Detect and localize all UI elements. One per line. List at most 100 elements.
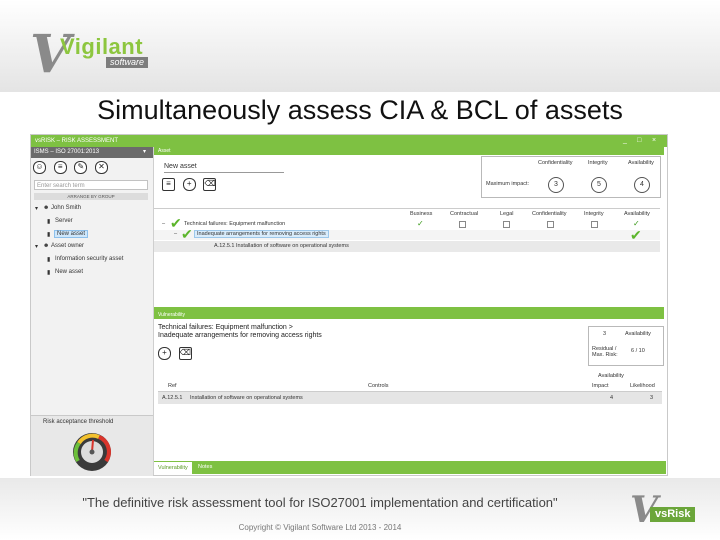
vulnerability-row[interactable]: – ✔ Inadequate arrangements for removing… [154,226,660,242]
tree-item-asset[interactable]: Server [55,218,73,224]
asset-icon: ▮ [47,232,51,238]
col-legal: Legal [500,211,514,217]
col-ref: Ref [168,383,177,389]
standard-label: ISMS – ISO 27001:2013 [34,149,100,155]
residual-risk-label: Residual / Max. Risk: [592,346,618,358]
vsrisk-badge: vsRisk [650,507,696,522]
vulnerability-panel: Vulnerability Technical failures: Equipm… [154,307,664,462]
control-impact[interactable]: 4 [610,395,613,401]
control-likelihood[interactable]: 3 [650,395,653,401]
bottom-tab-bar: Vulnerability Notes [154,461,666,475]
header-band: V Vigilant software [0,0,720,92]
cia-header-availability: Availability [628,160,654,166]
asset-toolbar: ≡ + ⌫ [162,178,222,191]
window-title: vsRISK – RISK ASSESSMENT [35,138,119,144]
add-owner-icon[interactable]: ☺ [33,161,46,174]
risk-threshold-label: Risk acceptance threshold [43,419,114,425]
business-check-icon[interactable]: ✓ [417,220,424,228]
left-toolbar: ☺ ≡ ✎ ✕ [33,161,114,174]
asset-name-field[interactable]: New asset [164,163,284,173]
tab-notes[interactable]: Notes [194,461,216,474]
arrange-by-group-header[interactable]: ARRANGE BY GROUP [34,193,148,200]
col-contractual: Contractual [450,211,479,217]
col-controls: Controls [368,383,389,389]
check-icon: ✔ [181,226,193,242]
threat-label: Technical failures: Equipment malfunctio… [184,221,286,227]
risk-summary-box: 3 Availability Residual / Max. Risk: 6 /… [588,326,664,366]
asset-panel-title: Asset [154,147,664,155]
availability-check-icon[interactable]: ✔ [630,228,642,242]
asset-icon: ▮ [47,257,51,263]
availability-value[interactable]: 4 [634,177,650,193]
threat-row[interactable]: – ✔ Technical failures: Equipment malfun… [154,215,660,231]
cia-header-confidentiality: Confidentiality [538,160,573,166]
cia-impact-box: Confidentiality Integrity Availability M… [481,156,661,198]
tree-collapse-icon[interactable]: ▾ [35,243,38,250]
minimize-button[interactable]: _ [623,135,627,147]
add-icon[interactable]: + [158,347,171,360]
risk-availability-label: Availability [625,331,651,337]
delete-icon[interactable]: ✕ [95,161,109,174]
edit-asset-icon[interactable]: ✎ [74,161,88,174]
maximize-button[interactable]: □ [637,135,641,147]
owner-icon: ☻ [43,205,50,211]
search-input[interactable]: Enter search term [34,180,148,190]
risk-gauge-icon[interactable] [69,428,115,474]
tree-item-asset[interactable]: New asset [55,269,83,275]
availability-group-label: Availability [598,373,624,379]
list-icon[interactable]: ≡ [162,178,175,191]
slide-title: Simultaneously assess CIA & BCL of asset… [97,95,623,125]
owner-icon: ☻ [43,243,50,249]
control-ref: A.12.5.1 [162,395,183,401]
asset-icon: ▮ [47,219,51,225]
footer-quote: "The definitive risk assessment tool for… [82,495,558,510]
vulnerability-panel-title: Vulnerability [154,312,664,319]
tree-collapse-icon[interactable]: ▾ [35,205,38,212]
tree-item-asset-selected[interactable]: New asset [54,230,89,238]
vulnerability-heading-line2: Inadequate arrangements for removing acc… [158,332,322,339]
tree-item-owner[interactable]: Asset owner [51,243,84,249]
controls-table-header: Ref Controls Impact Likelihood [158,381,662,392]
col-likelihood: Likelihood [630,383,655,389]
standard-selector[interactable]: ISMS – ISO 27001:2013 ▾ [31,147,153,158]
tab-vulnerability[interactable]: Vulnerability [154,461,192,475]
left-panel: ISMS – ISO 27001:2013 ▾ ☺ ≡ ✎ ✕ Enter se… [31,147,154,476]
residual-risk-value: 6 / 10 [631,348,645,354]
close-button[interactable]: × [652,135,656,147]
contractual-checkbox[interactable] [459,221,466,228]
add-icon[interactable]: + [182,178,196,191]
collapse-icon[interactable]: – [162,221,165,227]
risk-value-top: 3 [603,331,607,337]
vulnerability-heading: Technical failures: Equipment malfunctio… [158,324,322,340]
delete-icon[interactable]: ⌫ [203,178,217,191]
integrity-value[interactable]: 5 [591,177,607,193]
control-row[interactable]: A.12.5.1 Installation of software on ope… [154,241,660,252]
integrity-checkbox[interactable] [591,221,598,228]
control-name: Installation of software on operational … [190,395,303,401]
add-asset-icon[interactable]: ≡ [53,161,67,174]
asset-panel: Asset New asset ≡ + ⌫ Confidentiality In… [154,147,664,309]
delete-icon[interactable]: ⌫ [178,347,192,360]
app-window: vsRISK – RISK ASSESSMENT _ □ × ISMS – IS… [30,134,668,476]
logo-subtitle: software [106,57,149,68]
collapse-icon[interactable]: – [174,231,177,237]
vulnerability-label: Inadequate arrangements for removing acc… [194,230,329,238]
controls-table-row[interactable]: A.12.5.1 Installation of software on ope… [158,392,662,404]
cia-header-integrity: Integrity [588,160,608,166]
vsrisk-logo: V vsRisk [630,492,702,528]
risk-threshold-panel: Risk acceptance threshold [31,415,153,476]
copyright-text: Copyright © Vigilant Software Ltd 2013 -… [238,523,402,532]
legal-checkbox[interactable] [503,221,510,228]
col-availability: Availability [624,211,650,217]
control-label: A.12.5.1 Installation of software on ope… [214,243,349,249]
col-impact: Impact [592,383,609,389]
window-titlebar: vsRISK – RISK ASSESSMENT _ □ × [31,135,667,147]
confidentiality-checkbox[interactable] [547,221,554,228]
tree-item-owner[interactable]: John Smith [51,205,81,211]
check-icon: ✔ [170,215,182,231]
vulnerability-heading-line1: Technical failures: Equipment malfunctio… [158,324,293,331]
confidentiality-value[interactable]: 3 [548,177,564,193]
col-business: Business [410,211,433,217]
tree-item-asset[interactable]: Information security asset [55,256,123,262]
maximum-impact-label: Maximum impact: [486,181,530,187]
